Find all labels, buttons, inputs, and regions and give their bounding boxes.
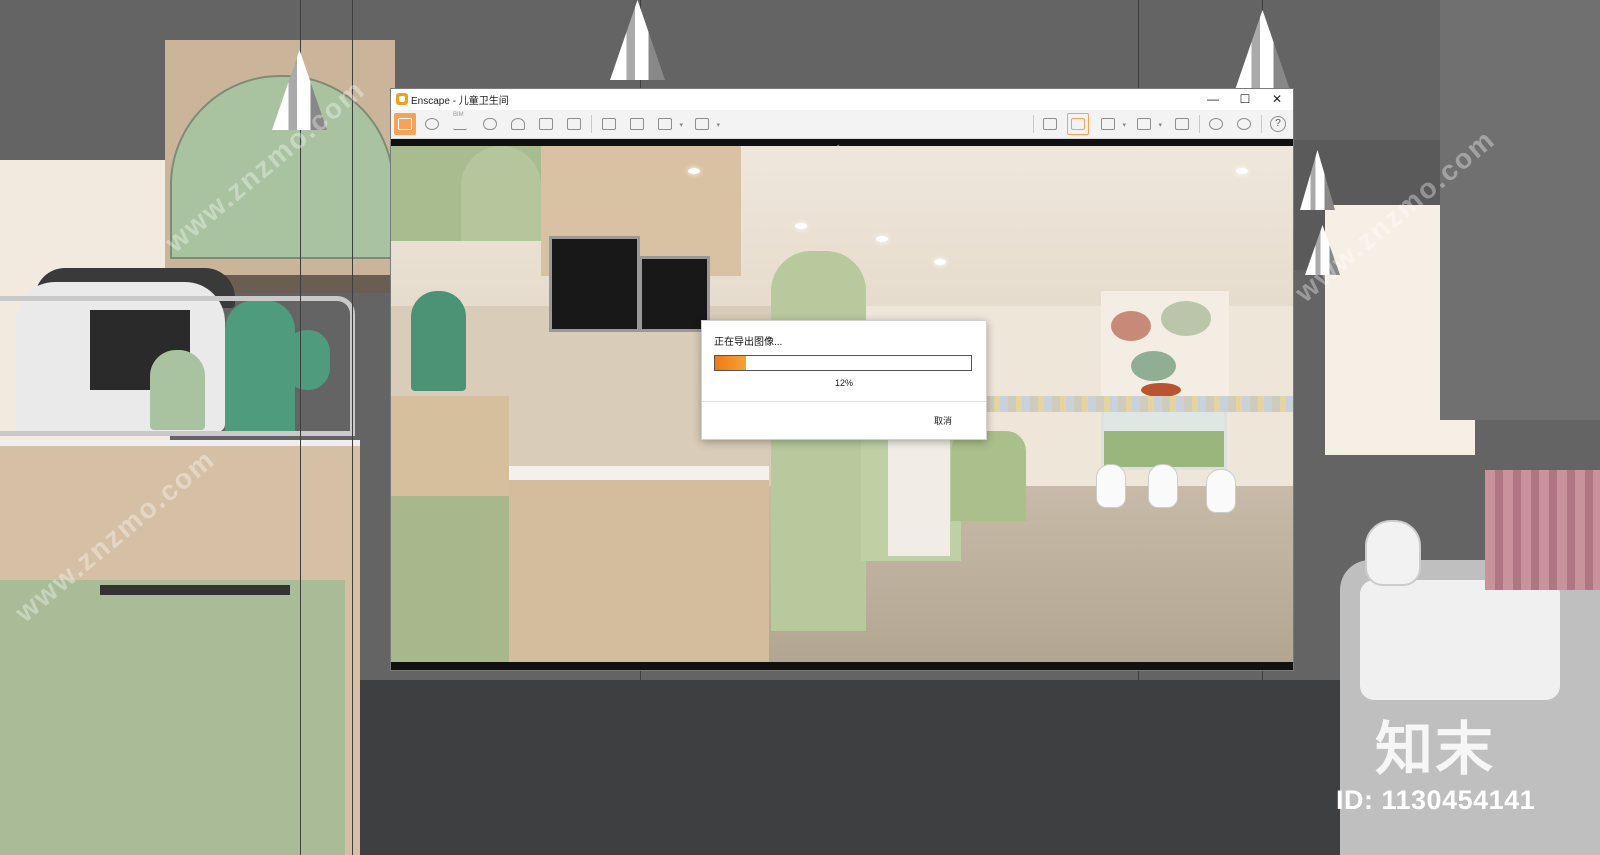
progress-bar-fill [715, 356, 746, 370]
window [1101, 404, 1227, 470]
arched-cabinet-door [461, 146, 541, 241]
downlight [934, 259, 946, 265]
maximize-button[interactable]: ☐ [1229, 89, 1261, 110]
tile-band [986, 396, 1293, 412]
asset-library-icon[interactable] [507, 113, 529, 135]
views-icon[interactable]: ▾ [1133, 113, 1162, 135]
progress-percent: 12% [834, 378, 853, 388]
urinal [1365, 520, 1421, 586]
close-button[interactable]: ✕ [1261, 89, 1293, 110]
downlight [795, 223, 807, 229]
pattern-blob [1141, 383, 1181, 397]
dark-cabinet-door [549, 236, 640, 332]
vr-headset-icon[interactable] [1171, 113, 1193, 135]
toolbar: BIM ▾ ▾ ^ ▾ ▾ ? [391, 110, 1293, 155]
brand-logo: 知末 [1375, 717, 1496, 782]
spotlight-icon [610, 0, 665, 80]
downlight [688, 168, 700, 174]
spotlight-icon [1235, 10, 1290, 90]
help-glyph: ? [1270, 116, 1286, 132]
binoculars-icon[interactable] [479, 113, 501, 135]
toolbar-separator [1033, 115, 1034, 133]
dialog-divider [702, 401, 986, 402]
window-title: Enscape - 儿童卫生间 [411, 96, 509, 107]
batch-export-icon[interactable] [626, 113, 648, 135]
chevron-down-icon[interactable]: ▾ [679, 121, 683, 129]
dark-cabinet-door [639, 256, 710, 332]
dialog-title: 正在导出图像... [714, 337, 783, 348]
pattern-blob [1111, 311, 1151, 341]
floor [360, 680, 1360, 855]
urinal [1096, 464, 1126, 508]
image-id-label: ID: 1130454141 [1336, 785, 1536, 815]
roller-blind [1101, 291, 1229, 403]
toolbar-separator [1261, 115, 1262, 133]
cancel-button[interactable]: 取消 [934, 414, 952, 427]
guide-line [352, 0, 353, 855]
towel-rack [1485, 470, 1600, 590]
map-icon[interactable] [1039, 113, 1061, 135]
exe-export-icon[interactable]: ▾ [691, 113, 720, 135]
gear-icon[interactable] [1233, 113, 1255, 135]
right-wall-block [1440, 0, 1600, 420]
render-settings-icon[interactable] [421, 113, 443, 135]
green-cabinet-panel [391, 496, 509, 662]
home-icon[interactable] [394, 113, 416, 135]
chevron-down-icon[interactable]: ▾ [716, 121, 720, 129]
help-icon[interactable]: ? [1267, 113, 1289, 135]
toolbar-separator [1199, 115, 1200, 133]
panorama-export-icon[interactable]: ▾ [654, 113, 683, 135]
enscape-window: Enscape - 儿童卫生间 — ☐ ✕ BIM ▾ ▾ ^ ▾ ▾ ? [390, 88, 1294, 671]
render-viewport[interactable]: 正在导出图像... 12% 取消 [391, 146, 1293, 662]
toilet-stall [951, 431, 1026, 521]
urinal [1148, 464, 1178, 508]
material-editor-icon[interactable] [1067, 113, 1089, 135]
cabinet-slot [100, 585, 290, 595]
toolbar-separator [591, 115, 592, 133]
chevron-down-icon[interactable]: ▾ [1122, 121, 1126, 129]
clapper-icon[interactable] [563, 113, 585, 135]
countertop [509, 466, 769, 480]
progress-bar [714, 355, 972, 371]
wash-basin-bowl [1360, 580, 1560, 700]
eye-icon[interactable] [1205, 113, 1227, 135]
export-progress-dialog: 正在导出图像... 12% 取消 [701, 320, 987, 440]
bim-label: BIM [453, 112, 464, 118]
sink-cabinet [509, 480, 769, 662]
downlight [1236, 168, 1248, 174]
title-bar[interactable]: Enscape - 儿童卫生间 — ☐ ✕ [391, 89, 1293, 110]
urinal [1206, 469, 1236, 513]
screenshot-export-icon[interactable] [598, 113, 620, 135]
guard-rail [0, 296, 355, 436]
stall-door [888, 431, 950, 556]
cactus-decor [411, 291, 466, 391]
partition-panel [771, 251, 866, 631]
enscape-logo-icon [396, 93, 408, 105]
downlight [876, 236, 888, 242]
chevron-down-icon[interactable]: ▾ [1158, 121, 1162, 129]
pattern-blob [1161, 301, 1211, 336]
green-cabinet-panel [0, 580, 345, 855]
pattern-blob [1131, 351, 1176, 381]
minimize-button[interactable]: — [1197, 89, 1229, 110]
cube-icon[interactable]: ▾ [1097, 113, 1126, 135]
buildings-icon[interactable] [535, 113, 557, 135]
